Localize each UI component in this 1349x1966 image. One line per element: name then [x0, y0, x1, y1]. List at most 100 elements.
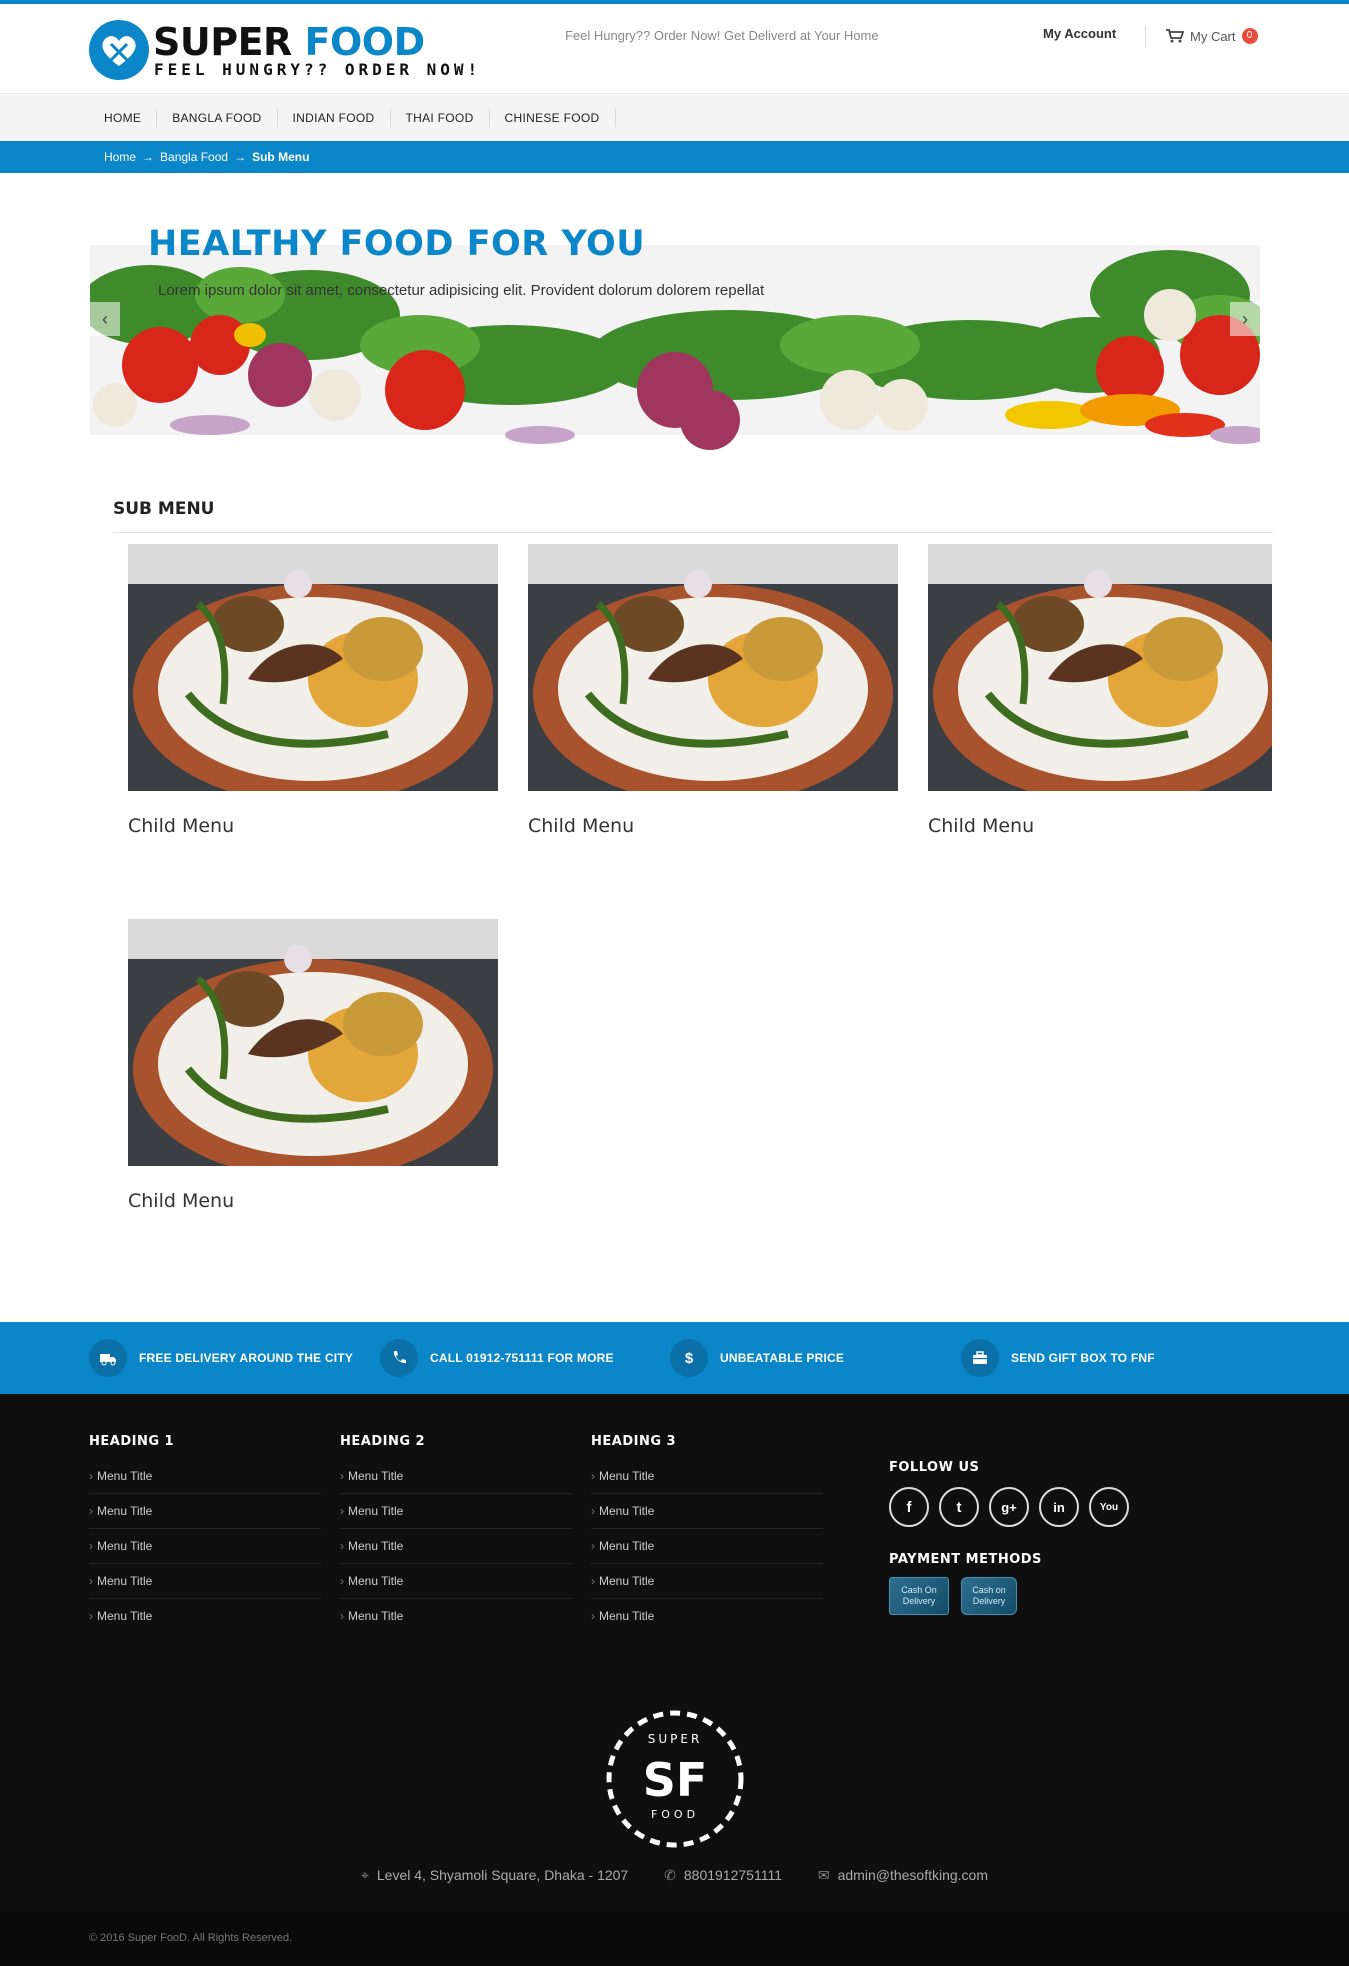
- logo-word-food: FOOD: [304, 20, 426, 64]
- chevron-right-icon: ›: [340, 1469, 344, 1483]
- facebook-icon[interactable]: f: [889, 1487, 929, 1527]
- my-cart-link[interactable]: My Cart 0: [1166, 28, 1258, 44]
- footer-link[interactable]: › Menu Title: [89, 1529, 321, 1564]
- gift-icon: [961, 1339, 999, 1377]
- breadcrumb-separator: →: [234, 150, 247, 164]
- breadcrumb: Home → Bangla Food → Sub Menu: [0, 141, 1349, 173]
- cash-on-delivery-badge: Cash On Delivery: [889, 1577, 949, 1615]
- email-item[interactable]: ✉ admin@thesoftking.com: [818, 1867, 988, 1883]
- card-food-image[interactable]: [128, 919, 498, 1166]
- slider-prev-arrow-icon[interactable]: ‹: [90, 302, 120, 336]
- submenu-card[interactable]: Child Menu: [128, 544, 498, 837]
- follow-heading: FOLLOW US: [889, 1460, 980, 1475]
- footer-heading: HEADING 1: [89, 1434, 175, 1449]
- footer-link[interactable]: › Menu Title: [340, 1529, 572, 1564]
- footer-column-2: HEADING 2 › Menu Title › Menu Title › Menu …: [340, 1434, 572, 1634]
- youtube-icon[interactable]: You: [1089, 1487, 1129, 1527]
- logo-word-super: SUPER: [153, 20, 292, 64]
- svg-text:FOOD: FOOD: [651, 1808, 699, 1821]
- footer-heading: HEADING 2: [340, 1434, 426, 1449]
- nav-item-bangla-food[interactable]: BANGLA FOOD: [157, 109, 278, 127]
- card-label[interactable]: Child Menu: [928, 815, 1272, 837]
- payment-heading: PAYMENT METHODS: [889, 1552, 1042, 1567]
- footer-link[interactable]: › Menu Title: [89, 1564, 321, 1599]
- linkedin-icon[interactable]: in: [1039, 1487, 1079, 1527]
- cart-count-badge: 0: [1241, 28, 1258, 44]
- card-label[interactable]: Child Menu: [128, 1190, 498, 1212]
- footer-link[interactable]: › Menu Title: [591, 1494, 823, 1529]
- envelope-icon: ✉: [817, 1867, 830, 1883]
- cart-icon: [1166, 29, 1184, 43]
- card-food-image[interactable]: [928, 544, 1272, 791]
- nav-item-home[interactable]: HOME: [89, 109, 158, 127]
- nav-item-indian-food[interactable]: INDIAN FOOD: [278, 109, 391, 127]
- footer-link[interactable]: › Menu Title: [89, 1599, 321, 1634]
- section-divider: [113, 532, 1273, 533]
- breadcrumb-bangla-food[interactable]: Bangla Food: [160, 150, 228, 164]
- submenu-card[interactable]: Child Menu: [528, 544, 898, 837]
- footer-link[interactable]: › Menu Title: [591, 1459, 823, 1494]
- svg-text:SF: SF: [643, 1753, 708, 1807]
- my-account-link[interactable]: My Account: [1043, 26, 1116, 41]
- chevron-right-icon: ›: [591, 1609, 595, 1623]
- super-food-seal-logo: SUPER SF FOOD: [606, 1710, 744, 1848]
- card-label[interactable]: Child Menu: [528, 815, 898, 837]
- feature-text: CALL 01912-751111 FOR MORE: [430, 1351, 614, 1365]
- cart-label: My Cart: [1190, 28, 1236, 44]
- header-tagline: Feel Hungry?? Order Now! Get Deliverd at…: [565, 28, 879, 43]
- chevron-right-icon: ›: [340, 1539, 344, 1553]
- chevron-right-icon: ›: [89, 1469, 93, 1483]
- chevron-right-icon: ›: [591, 1504, 595, 1518]
- breadcrumb-home[interactable]: Home: [104, 150, 136, 164]
- banner-slider-image: [90, 245, 1260, 466]
- logo-heart-icon: [89, 20, 149, 80]
- footer-link[interactable]: › Menu Title: [340, 1494, 572, 1529]
- chevron-right-icon: ›: [89, 1609, 93, 1623]
- site-logo[interactable]: SUPER FOOD FEEL HUNGRY?? ORDER NOW!: [89, 18, 479, 84]
- footer-link[interactable]: › Menu Title: [89, 1494, 321, 1529]
- google-plus-icon[interactable]: g+: [989, 1487, 1029, 1527]
- card-food-image[interactable]: [128, 544, 498, 791]
- phone-icon: ✆: [664, 1867, 676, 1883]
- phone-icon: [380, 1339, 418, 1377]
- contact-info: ⌖ Level 4, Shyamoli Square, Dhaka - 1207 …: [0, 1867, 1349, 1884]
- chevron-right-icon: ›: [340, 1609, 344, 1623]
- chevron-right-icon: ›: [591, 1539, 595, 1553]
- section-title-sub-menu: SUB MENU: [113, 499, 215, 519]
- footer-column-3: HEADING 3 › Menu Title › Menu Title › Menu …: [591, 1434, 823, 1634]
- footer-link[interactable]: › Menu Title: [591, 1599, 823, 1634]
- footer-link[interactable]: › Menu Title: [591, 1529, 823, 1564]
- footer-link[interactable]: › Menu Title: [591, 1564, 823, 1599]
- feature-free-delivery: FREE DELIVERY AROUND THE CITY: [89, 1322, 353, 1394]
- header-divider: [1145, 26, 1146, 48]
- chevron-right-icon: ›: [89, 1504, 93, 1518]
- footer-link[interactable]: › Menu Title: [89, 1459, 321, 1494]
- nav-item-thai-food[interactable]: THAI FOOD: [391, 109, 490, 127]
- slider-next-arrow-icon[interactable]: ›: [1230, 302, 1260, 336]
- chevron-right-icon: ›: [340, 1574, 344, 1588]
- submenu-card[interactable]: Child Menu: [928, 544, 1272, 837]
- dollar-icon: $: [670, 1339, 708, 1377]
- footer-link[interactable]: › Menu Title: [340, 1564, 572, 1599]
- nav-item-chinese-food[interactable]: CHINESE FOOD: [490, 109, 616, 127]
- footer-link[interactable]: › Menu Title: [340, 1459, 572, 1494]
- card-label[interactable]: Child Menu: [128, 815, 498, 837]
- card-food-image[interactable]: [528, 544, 898, 791]
- feature-call: CALL 01912-751111 FOR MORE: [380, 1322, 614, 1394]
- breadcrumb-current: Sub Menu: [252, 150, 310, 164]
- truck-icon: [89, 1339, 127, 1377]
- submenu-card[interactable]: Child Menu: [128, 919, 498, 1212]
- footer-heading: HEADING 3: [591, 1434, 677, 1449]
- chevron-right-icon: ›: [591, 1574, 595, 1588]
- banner-title: HEALTHY FOOD FOR YOU: [148, 224, 646, 264]
- footer-link[interactable]: › Menu Title: [340, 1599, 572, 1634]
- chevron-right-icon: ›: [89, 1574, 93, 1588]
- site-header: SUPER FOOD FEEL HUNGRY?? ORDER NOW! Feel…: [0, 4, 1349, 93]
- twitter-icon[interactable]: t: [939, 1487, 979, 1527]
- logo-tagline: FEEL HUNGRY?? ORDER NOW!: [154, 60, 482, 79]
- main-navigation: HOME BANGLA FOOD INDIAN FOOD THAI FOOD C…: [0, 93, 1349, 141]
- phone-text: 8801912751111: [683, 1867, 782, 1883]
- map-marker-icon: ⌖: [360, 1867, 369, 1883]
- email-text[interactable]: admin@thesoftking.com: [838, 1867, 988, 1883]
- svg-text:SUPER: SUPER: [648, 1732, 703, 1746]
